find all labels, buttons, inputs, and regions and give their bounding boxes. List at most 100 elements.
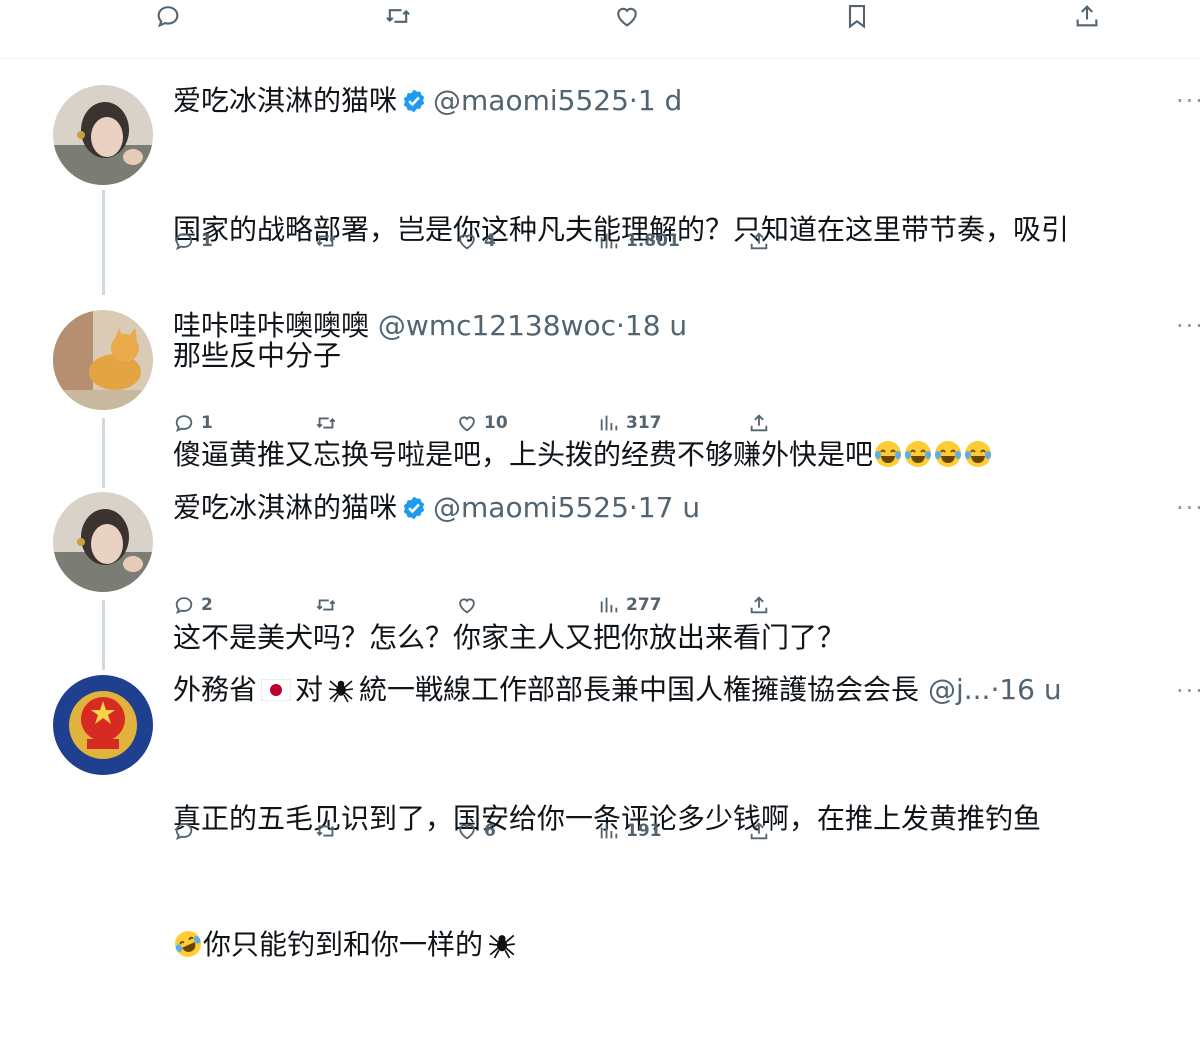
- like-icon: [459, 416, 475, 432]
- reply-icon: [175, 597, 193, 615]
- like-count: 6: [484, 821, 496, 841]
- reply-icon: [175, 233, 193, 251]
- retweet-icon: [316, 417, 336, 429]
- verified-badge-icon: [403, 496, 425, 520]
- display-name-part[interactable]: 对: [295, 673, 323, 706]
- share-icon: [750, 232, 768, 250]
- share-icon[interactable]: [1073, 2, 1105, 34]
- bookmark-icon[interactable]: [843, 2, 875, 34]
- reply-count: 2: [201, 595, 213, 615]
- separator: ·: [628, 84, 638, 117]
- tweet-text-line: 这不是美犬吗？怎么？你家主人又把你放出来看门了？: [173, 621, 846, 654]
- views-icon: [600, 415, 618, 431]
- more-options-icon[interactable]: ···: [1176, 314, 1200, 338]
- retweet-icon: [316, 599, 336, 611]
- tweet[interactable]: 外務省对統一戦線工作部部長兼中国人権擁護協会会長 @j...·16 u ··· …: [0, 660, 1200, 961]
- like-button[interactable]: 10: [456, 408, 508, 438]
- display-name-part[interactable]: 統一戦線工作部部長兼中国人権擁護協会会長: [359, 673, 919, 706]
- parent-tweet-action-bar: [0, 0, 1200, 59]
- laughing-tears-emoji-icon: [873, 438, 993, 471]
- like-button[interactable]: 6: [456, 816, 496, 846]
- avatar[interactable]: [53, 492, 153, 592]
- views-icon: [600, 233, 618, 249]
- views-icon: [600, 597, 618, 613]
- view-count: 317: [626, 413, 662, 433]
- like-icon[interactable]: [613, 2, 645, 34]
- tweet-actions: 2 277: [173, 590, 973, 620]
- view-count: 191: [626, 821, 662, 841]
- verified-badge-icon: [403, 89, 425, 113]
- display-name[interactable]: 哇咔哇咔噢噢噢: [173, 309, 369, 342]
- tweet-actions: 1 10 317: [173, 408, 973, 438]
- like-count: 4: [484, 231, 496, 251]
- display-name[interactable]: 爱吃冰淇淋的猫咪: [173, 84, 397, 117]
- share-button[interactable]: [748, 226, 776, 256]
- more-options-icon[interactable]: ···: [1176, 496, 1200, 520]
- reply-icon[interactable]: [154, 2, 186, 34]
- share-icon: [750, 596, 768, 614]
- retweet-button[interactable]: [315, 408, 343, 438]
- views-button[interactable]: 191: [598, 816, 662, 846]
- japan-flag-icon: [257, 673, 295, 706]
- tweet-text-line: 傻逼黄推又忘换号啦是吧，上头拨的经费不够赚外快是吧: [173, 438, 874, 471]
- retweet-icon: [316, 825, 336, 837]
- separator: ·: [616, 309, 625, 342]
- handle[interactable]: @j...: [928, 673, 990, 706]
- share-icon: [750, 414, 768, 432]
- share-button[interactable]: [748, 408, 776, 438]
- reply-icon: [175, 415, 193, 433]
- share-button[interactable]: [748, 590, 776, 620]
- tweet-actions: 6 191: [173, 816, 973, 846]
- share-button[interactable]: [748, 816, 776, 846]
- reply-button[interactable]: [173, 816, 201, 846]
- spider-icon: [323, 673, 359, 706]
- reply-count: 1: [201, 231, 213, 251]
- rofl-emoji-icon: [173, 928, 203, 961]
- like-button[interactable]: 4: [456, 226, 496, 256]
- retweet-icon: [316, 235, 336, 247]
- like-button[interactable]: [456, 590, 484, 620]
- views-button[interactable]: 1.801: [598, 226, 680, 256]
- avatar[interactable]: [53, 85, 153, 185]
- more-options-icon[interactable]: ···: [1176, 89, 1200, 113]
- avatar[interactable]: [53, 310, 153, 410]
- handle[interactable]: @maomi5525: [433, 491, 629, 524]
- tweet[interactable]: 爱吃冰淇淋的猫咪@maomi5525·1 d ··· 国家的战略部署，岂是你这种…: [0, 58, 1200, 372]
- views-button[interactable]: 277: [598, 590, 662, 620]
- display-name-part[interactable]: 外務省: [173, 673, 257, 706]
- tweet-actions: 1 4 1.801: [173, 226, 973, 256]
- separator: ·: [628, 491, 638, 524]
- retweet-icon[interactable]: [384, 2, 416, 34]
- reply-icon: [175, 823, 193, 841]
- like-icon: [459, 234, 475, 250]
- more-options-icon[interactable]: ···: [1176, 679, 1200, 703]
- reply-button[interactable]: 2: [173, 590, 213, 620]
- retweet-button[interactable]: [315, 816, 343, 846]
- tweet[interactable]: 爱吃冰淇淋的猫咪 @maomi5525·17 u ··· 这不是美犬吗？怎么？你家…: [0, 478, 1200, 668]
- spider-icon: [483, 928, 517, 961]
- retweet-button[interactable]: [315, 590, 343, 620]
- handle[interactable]: @wmc12138woc: [378, 309, 616, 342]
- views-button[interactable]: 317: [598, 408, 662, 438]
- tweet[interactable]: 哇咔哇咔噢噢噢 @wmc12138woc·18 u ··· 傻逼黄推又忘换号啦是…: [0, 298, 1200, 488]
- like-icon: [459, 824, 475, 840]
- timestamp[interactable]: 1 d: [638, 84, 683, 117]
- reply-button[interactable]: 1: [173, 226, 213, 256]
- display-name[interactable]: 爱吃冰淇淋的猫咪: [173, 491, 397, 524]
- retweet-button[interactable]: [315, 226, 343, 256]
- view-count: 277: [626, 595, 662, 615]
- timestamp[interactable]: 16 u: [999, 673, 1061, 706]
- separator: ·: [990, 673, 1000, 706]
- reply-button[interactable]: 1: [173, 408, 213, 438]
- timestamp[interactable]: 17 u: [638, 491, 700, 524]
- views-icon: [600, 823, 618, 839]
- view-count: 1.801: [626, 231, 680, 251]
- timestamp[interactable]: 18 u: [625, 309, 687, 342]
- like-count: 10: [484, 413, 508, 433]
- handle[interactable]: @maomi5525: [433, 84, 629, 117]
- reply-count: 1: [201, 413, 213, 433]
- share-icon: [750, 822, 768, 840]
- avatar[interactable]: [53, 675, 153, 775]
- tweet-text-line: 你只能钓到和你一样的: [203, 928, 484, 961]
- like-icon: [459, 598, 475, 614]
